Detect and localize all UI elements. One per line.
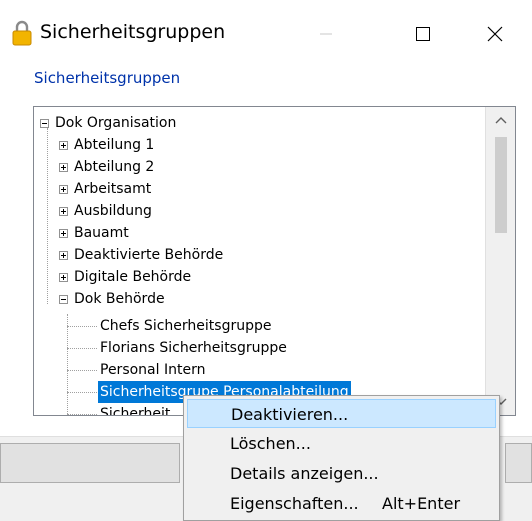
tree-leaf[interactable]: Personal Intern — [98, 359, 207, 381]
scroll-up-button[interactable] — [486, 107, 515, 133]
close-icon — [487, 26, 503, 42]
menu-item-label: Eigenschaften... — [230, 494, 359, 513]
menu-item-label: Löschen... — [230, 434, 311, 453]
tree-connector — [67, 392, 97, 393]
vertical-scrollbar[interactable] — [485, 107, 515, 415]
security-groups-tree[interactable]: Dok Organisation Abteilung 1 Abteilung 2… — [33, 106, 516, 416]
tree-node-label: Dok Organisation — [55, 115, 177, 131]
tree-leaf[interactable]: Florians Sicherheitsgruppe — [98, 337, 289, 359]
expand-icon[interactable] — [59, 207, 68, 216]
tree-connector — [67, 414, 97, 415]
tree-leaf[interactable]: Sicherheit — [98, 403, 172, 416]
tree-node[interactable]: Dok Behörde — [59, 288, 167, 310]
menu-item-label: Deaktivieren... — [231, 405, 349, 424]
minimize-button[interactable] — [303, 14, 349, 54]
menu-item-eigenschaften[interactable]: Eigenschaften... Alt+Enter — [187, 489, 496, 518]
tree-node[interactable]: Digitale Behörde — [59, 266, 193, 288]
tree-node-label: Florians Sicherheitsgruppe — [100, 340, 287, 356]
chevron-up-icon — [495, 117, 507, 124]
tree-node-label: Abteilung 2 — [74, 159, 155, 175]
expand-icon[interactable] — [59, 185, 68, 194]
expand-icon[interactable] — [59, 251, 68, 260]
tree-connector — [67, 348, 97, 349]
security-groups-window: Sicherheitsgruppen Sicherheitsgruppen Do… — [0, 0, 532, 521]
scroll-thumb[interactable] — [495, 137, 507, 233]
tree-node[interactable]: Arbeitsamt — [59, 178, 153, 200]
title-bar[interactable]: Sicherheitsgruppen — [0, 0, 532, 66]
tree-node-label: Abteilung 1 — [74, 137, 155, 153]
tree-connector — [67, 370, 97, 371]
tree-node-label: Arbeitsamt — [74, 181, 152, 197]
minimize-icon — [320, 33, 332, 35]
expand-icon[interactable] — [59, 141, 68, 150]
tree-node-label: Deaktivierte Behörde — [74, 247, 224, 263]
tree-connector — [67, 314, 68, 414]
expand-icon[interactable] — [59, 273, 68, 282]
maximize-button[interactable] — [400, 14, 446, 54]
tree-node[interactable]: Bauamt — [59, 222, 131, 244]
section-title: Sicherheitsgruppen — [34, 69, 181, 87]
expand-icon[interactable] — [59, 163, 68, 172]
tree-node-root[interactable]: Dok Organisation — [40, 112, 178, 134]
tree-node[interactable]: Deaktivierte Behörde — [59, 244, 225, 266]
tree-node-label: Bauamt — [74, 225, 129, 241]
menu-item-loeschen[interactable]: Löschen... — [187, 429, 496, 458]
dialog-button[interactable] — [505, 443, 532, 483]
menu-item-shortcut: Alt+Enter — [382, 494, 461, 513]
tree-node[interactable]: Ausbildung — [59, 200, 154, 222]
menu-item-details[interactable]: Details anzeigen... — [187, 459, 496, 488]
menu-item-label: Details anzeigen... — [230, 464, 379, 483]
collapse-icon[interactable] — [59, 295, 68, 304]
tree-leaf[interactable]: Chefs Sicherheitsgruppe — [98, 315, 273, 337]
collapse-icon[interactable] — [40, 119, 49, 128]
maximize-icon — [416, 27, 430, 41]
padlock-icon — [12, 20, 32, 46]
menu-item-deaktivieren[interactable]: Deaktivieren... — [187, 399, 496, 428]
expand-icon[interactable] — [59, 229, 68, 238]
tree-connector — [47, 128, 48, 304]
context-menu: Deaktivieren... Löschen... Details anzei… — [183, 395, 500, 521]
window-title: Sicherheitsgruppen — [40, 21, 226, 43]
tree-node-label: Dok Behörde — [74, 291, 165, 307]
tree-node-label: Personal Intern — [100, 362, 206, 378]
tree-node[interactable]: Abteilung 2 — [59, 156, 156, 178]
dialog-button[interactable] — [0, 443, 180, 483]
tree-node-label: Ausbildung — [74, 203, 152, 219]
tree-node-label: Chefs Sicherheitsgruppe — [100, 318, 272, 334]
tree-node-label: Sicherheit — [100, 406, 171, 416]
tree-node-label: Digitale Behörde — [74, 269, 192, 285]
tree-connector — [67, 326, 97, 327]
tree-node[interactable]: Abteilung 1 — [59, 134, 156, 156]
close-button[interactable] — [472, 14, 518, 54]
